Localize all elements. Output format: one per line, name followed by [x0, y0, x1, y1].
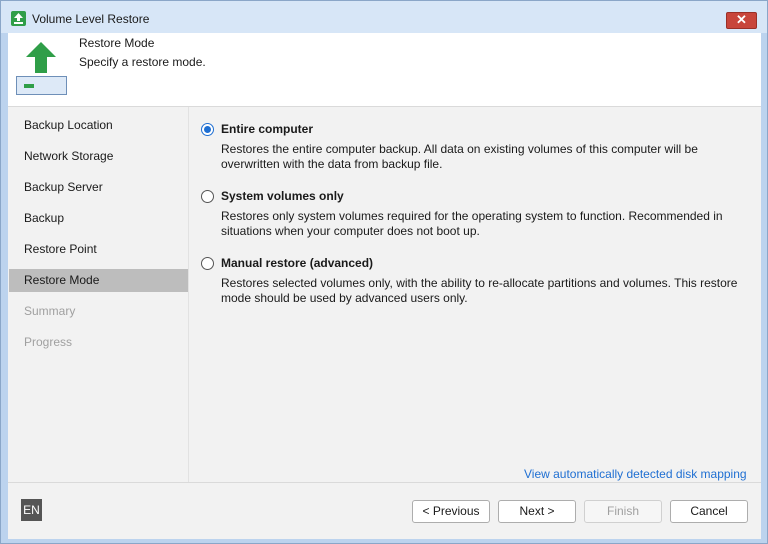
- manual-restore-description: Restores selected volumes only, with the…: [221, 276, 738, 305]
- sidebar-item-restore-mode[interactable]: Restore Mode: [9, 269, 188, 292]
- entire-computer-description: Restores the entire computer backup. All…: [221, 142, 698, 171]
- sidebar-item-network-storage[interactable]: Network Storage: [9, 145, 188, 168]
- wizard-content: Restore Mode Specify a restore mode. Bac…: [8, 33, 761, 539]
- title-bar[interactable]: Volume Level Restore ✕: [1, 1, 767, 33]
- window-title: Volume Level Restore: [32, 12, 150, 26]
- close-button[interactable]: ✕: [726, 12, 757, 29]
- disk-mapping-link[interactable]: View automatically detected disk mapping: [524, 467, 747, 481]
- system-volumes-label[interactable]: System volumes only: [221, 189, 344, 203]
- entire-computer-label[interactable]: Entire computer: [221, 122, 313, 136]
- page-title: Restore Mode: [79, 36, 155, 50]
- sidebar-item-backup[interactable]: Backup: [9, 207, 188, 230]
- close-icon: ✕: [736, 12, 747, 27]
- system-volumes-description: Restores only system volumes required fo…: [221, 209, 723, 238]
- next-button[interactable]: Next >: [498, 500, 576, 523]
- sidebar-item-progress: Progress: [24, 335, 73, 349]
- sidebar-item-restore-point[interactable]: Restore Point: [9, 238, 188, 261]
- sidebar-item-backup-server[interactable]: Backup Server: [9, 176, 188, 199]
- restore-wizard-window: Volume Level Restore ✕ Restore Mode Spec…: [0, 0, 768, 544]
- restore-mode-panel: Entire computer Restores the entire comp…: [189, 107, 761, 482]
- sidebar-item-summary: Summary: [24, 304, 76, 318]
- language-indicator[interactable]: EN: [21, 499, 42, 521]
- sidebar-item-backup-location[interactable]: Backup Location: [9, 114, 188, 137]
- page-subtitle: Specify a restore mode.: [79, 55, 206, 69]
- system-volumes-radio[interactable]: [201, 190, 214, 203]
- up-arrow-icon: [24, 42, 58, 77]
- manual-restore-label[interactable]: Manual restore (advanced): [221, 256, 373, 270]
- cancel-button[interactable]: Cancel: [670, 500, 748, 523]
- finish-button: Finish: [584, 500, 662, 523]
- wizard-footer: EN < Previous Next > Finish Cancel: [8, 482, 761, 539]
- drive-icon: [16, 76, 67, 95]
- manual-restore-radio[interactable]: [201, 257, 214, 270]
- previous-button[interactable]: < Previous: [412, 500, 490, 523]
- wizard-steps-sidebar: Backup Location Network Storage Backup S…: [8, 107, 188, 482]
- wizard-header: Restore Mode Specify a restore mode.: [8, 33, 761, 107]
- restore-app-icon: [11, 11, 26, 26]
- entire-computer-radio[interactable]: [201, 123, 214, 136]
